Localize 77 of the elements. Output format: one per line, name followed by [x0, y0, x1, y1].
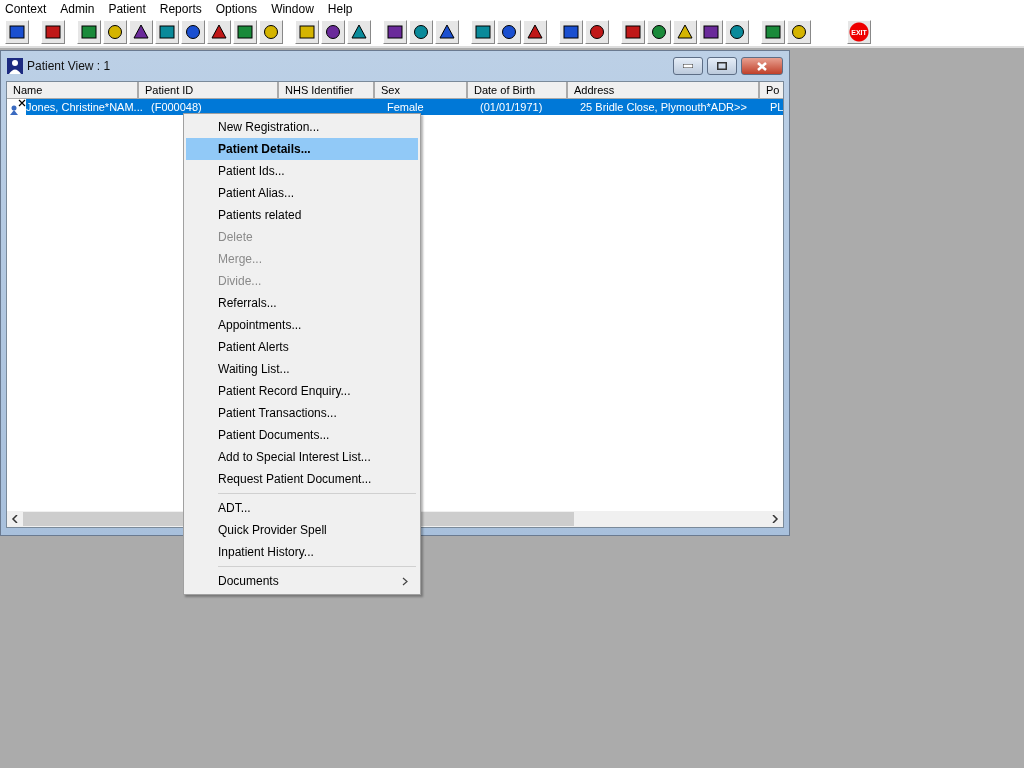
- table-cell: PL: [770, 101, 783, 113]
- maximize-icon: [717, 62, 727, 70]
- menu-item[interactable]: Waiting List...: [186, 358, 418, 380]
- toolbar-button[interactable]: [155, 20, 179, 44]
- menu-item[interactable]: Request Patient Document...: [186, 468, 418, 490]
- menu-item[interactable]: Patients related: [186, 204, 418, 226]
- menu-item[interactable]: Appointments...: [186, 314, 418, 336]
- menu-item[interactable]: Admin: [60, 2, 102, 16]
- table-cell: Jones, Christine*NAM...: [26, 101, 143, 113]
- toolbar-button[interactable]: [5, 20, 29, 44]
- minimize-icon: [683, 64, 693, 68]
- column-header[interactable]: Name: [7, 82, 139, 99]
- table-cell: (F000048): [151, 101, 202, 113]
- close-button[interactable]: [741, 57, 783, 75]
- column-header[interactable]: Po: [760, 82, 783, 99]
- menu-item[interactable]: Patient Transactions...: [186, 402, 418, 424]
- minimize-button[interactable]: [673, 57, 703, 75]
- toolbar-button[interactable]: [347, 20, 371, 44]
- menu-item[interactable]: Patient Documents...: [186, 424, 418, 446]
- menu-item[interactable]: Inpatient History...: [186, 541, 418, 563]
- table-row[interactable]: Jones, Christine*NAM... (F000048) Female (01/01/1971) 25 Bridle Close, Plymouth*ADR>> PL: [26, 99, 783, 115]
- toolbar-button[interactable]: [497, 20, 521, 44]
- column-header[interactable]: NHS Identifier: [279, 82, 375, 99]
- toolbar-button[interactable]: [295, 20, 319, 44]
- menu-item[interactable]: Context: [5, 2, 54, 16]
- menu-item[interactable]: Patient Alias...: [186, 182, 418, 204]
- scroll-right-icon[interactable]: [771, 515, 779, 523]
- toolbar-button[interactable]: [41, 20, 65, 44]
- toolbar-button[interactable]: [321, 20, 345, 44]
- column-header[interactable]: Date of Birth: [468, 82, 568, 99]
- toolbar-button[interactable]: [77, 20, 101, 44]
- menu-item[interactable]: Help: [327, 2, 360, 16]
- toolbar-button[interactable]: [523, 20, 547, 44]
- menu-item[interactable]: New Registration...: [186, 116, 418, 138]
- menu-item[interactable]: Documents: [186, 570, 418, 592]
- menu-item[interactable]: Patient Details...: [186, 138, 418, 160]
- scroll-left-icon[interactable]: [11, 515, 19, 523]
- toolbar-button[interactable]: [471, 20, 495, 44]
- menu-item[interactable]: Patient: [108, 2, 153, 16]
- toolbar-button[interactable]: [181, 20, 205, 44]
- menu-item[interactable]: Patient Record Enquiry...: [186, 380, 418, 402]
- close-icon: [757, 61, 767, 71]
- menu-item[interactable]: Quick Provider Spell: [186, 519, 418, 541]
- menu-item[interactable]: Add to Special Interest List...: [186, 446, 418, 468]
- patient-icon: [9, 99, 26, 115]
- toolbar-button[interactable]: [233, 20, 257, 44]
- toolbar-button[interactable]: [787, 20, 811, 44]
- table-cell: Female: [387, 101, 424, 113]
- window-title: Patient View : 1: [27, 59, 111, 73]
- menu-item[interactable]: Options: [215, 2, 265, 16]
- toolbar-button[interactable]: [259, 20, 283, 44]
- toolbar-button[interactable]: [435, 20, 459, 44]
- menu-item[interactable]: Patient Ids...: [186, 160, 418, 182]
- maximize-button[interactable]: [707, 57, 737, 75]
- column-header[interactable]: Address: [568, 82, 760, 99]
- column-header[interactable]: Sex: [375, 82, 468, 99]
- toolbar-button[interactable]: [621, 20, 645, 44]
- menu-item[interactable]: Window: [271, 2, 321, 16]
- toolbar-button[interactable]: [383, 20, 407, 44]
- toolbar-button[interactable]: [673, 20, 697, 44]
- column-header[interactable]: Patient ID: [139, 82, 279, 99]
- toolbar-button[interactable]: [129, 20, 153, 44]
- toolbar-button[interactable]: [699, 20, 723, 44]
- toolbar-button[interactable]: [409, 20, 433, 44]
- menu-item[interactable]: Patient Alerts: [186, 336, 418, 358]
- toolbar-button[interactable]: [103, 20, 127, 44]
- toolbar-button[interactable]: [761, 20, 785, 44]
- toolbar-button[interactable]: [559, 20, 583, 44]
- menu-item[interactable]: ADT...: [186, 497, 418, 519]
- toolbar-button[interactable]: [585, 20, 609, 44]
- toolbar-button[interactable]: [725, 20, 749, 44]
- menu-item[interactable]: Reports: [159, 2, 209, 16]
- table-cell: (01/01/1971): [480, 101, 543, 113]
- toolbar-button[interactable]: [647, 20, 671, 44]
- table-cell: 25 Bridle Close, Plymouth*ADR>>: [580, 101, 747, 113]
- menu-item[interactable]: Referrals...: [186, 292, 418, 314]
- toolbar-button[interactable]: [207, 20, 231, 44]
